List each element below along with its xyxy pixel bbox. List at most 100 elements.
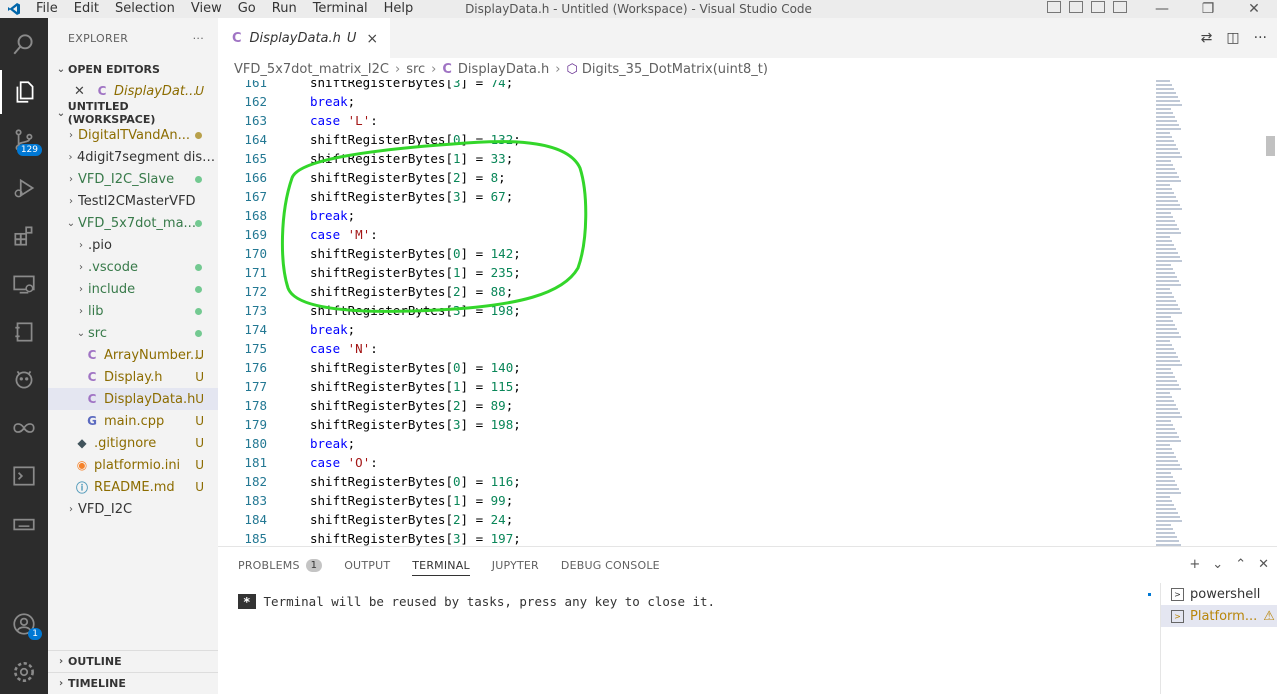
workspace-header[interactable]: ⌄ UNTITLED (WORKSPACE) (48, 100, 218, 126)
code-line[interactable]: 180 break; (218, 434, 1154, 453)
folder-item[interactable]: ⌄ VFD_5x7dot_ma... (48, 212, 218, 234)
menu-selection[interactable]: Selection (107, 2, 183, 16)
close-panel-icon[interactable]: ✕ (1258, 557, 1269, 572)
terminal-item[interactable]: > Platform... ⚠ (1161, 605, 1277, 627)
menu-edit[interactable]: Edit (66, 2, 107, 16)
folder-item[interactable]: › DigitalTVandAn... (48, 124, 218, 146)
source-control-icon[interactable]: 129 (0, 118, 48, 162)
menu-view[interactable]: View (183, 2, 230, 16)
folder-item[interactable]: › lib (48, 300, 218, 322)
split-editor-icon[interactable]: ◫ (1226, 30, 1239, 46)
code-line[interactable]: 171 shiftRegisterBytes[1] = 235; (218, 263, 1154, 282)
tab-output[interactable]: OUTPUT (344, 547, 390, 583)
toggle-sidebar-icon[interactable] (1047, 1, 1061, 13)
scrollbar-thumb[interactable] (1266, 136, 1275, 156)
file-item[interactable]: C ArrayNumber... U (48, 344, 218, 366)
keyboard-icon[interactable] (0, 502, 48, 546)
terminal-output[interactable]: * Terminal will be reused by tasks, pres… (238, 594, 715, 609)
code-line[interactable]: 176 shiftRegisterBytes[0] = 140; (218, 358, 1154, 377)
code-line[interactable]: 182 shiftRegisterBytes[0] = 116; (218, 472, 1154, 491)
extensions-icon[interactable] (0, 214, 48, 258)
open-changes-icon[interactable]: ⇄ (1201, 30, 1213, 46)
tab-problems[interactable]: PROBLEMS 1 (238, 547, 323, 583)
customize-layout-icon[interactable] (1113, 1, 1127, 13)
open-editor-item[interactable]: ✕ C DisplayDat... U (48, 80, 218, 102)
maximize-panel-icon[interactable]: ⌃ (1235, 557, 1246, 572)
breadcrumb-item[interactable]: DisplayData.h (458, 62, 549, 77)
platformio-icon[interactable] (0, 358, 48, 402)
file-item[interactable]: ◉ platformio.ini U (48, 454, 218, 476)
folder-item[interactable]: › .vscode (48, 256, 218, 278)
code-line[interactable]: 179 shiftRegisterBytes[3] = 198; (218, 415, 1154, 434)
breadcrumb-item[interactable]: src (406, 62, 425, 77)
menu-file[interactable]: File (28, 2, 66, 16)
toggle-panel-icon[interactable] (1069, 1, 1083, 13)
folder-item[interactable]: › .pio (48, 234, 218, 256)
toggle-secondary-sidebar-icon[interactable] (1091, 1, 1105, 13)
file-item[interactable]: C Display.h U (48, 366, 218, 388)
minimize-button[interactable]: — (1139, 0, 1185, 18)
code-line[interactable]: 175 case 'N': (218, 339, 1154, 358)
terminal-item[interactable]: > powershell (1161, 583, 1277, 605)
folder-item[interactable]: › include (48, 278, 218, 300)
tab-debug-console[interactable]: DEBUG CONSOLE (561, 547, 660, 583)
code-line[interactable]: 165 shiftRegisterBytes[1] = 33; (218, 149, 1154, 168)
file-item[interactable]: ⓘ README.md U (48, 476, 218, 498)
new-terminal-icon[interactable]: + (1189, 557, 1200, 572)
search-icon[interactable] (0, 22, 48, 66)
code-line[interactable]: 183 shiftRegisterBytes[1] = 99; (218, 491, 1154, 510)
code-line[interactable]: 169 case 'M': (218, 225, 1154, 244)
tab-jupyter[interactable]: JUPYTER (492, 547, 539, 583)
file-item[interactable]: ◆ .gitignore U (48, 432, 218, 454)
menu-help[interactable]: Help (376, 2, 422, 16)
open-editors-header[interactable]: ⌄ OPEN EDITORS (48, 58, 218, 80)
outline-header[interactable]: › OUTLINE (48, 650, 218, 672)
gear-icon[interactable] (0, 650, 48, 694)
breadcrumb-item[interactable]: VFD_5x7dot_matrix_I2C (234, 62, 389, 77)
close-window-button[interactable]: ✕ (1231, 0, 1277, 18)
code-line[interactable]: 178 shiftRegisterBytes[2] = 89; (218, 396, 1154, 415)
tab-terminal[interactable]: TERMINAL (412, 547, 470, 583)
files-icon[interactable] (0, 70, 48, 114)
code-line[interactable]: 161 shiftRegisterBytes[3] = 74; (218, 80, 1154, 92)
more-actions-icon[interactable]: ··· (193, 32, 204, 45)
notebook-icon[interactable] (0, 310, 48, 354)
terminal-icon[interactable] (0, 454, 48, 498)
code-line[interactable]: 167 shiftRegisterBytes[3] = 67; (218, 187, 1154, 206)
code-line[interactable]: 185 shiftRegisterBytes[3] = 197; (218, 529, 1154, 546)
folder-item[interactable]: › VFD_I2C_Slave (48, 168, 218, 190)
tab-displaydata[interactable]: C DisplayData.h U × (218, 18, 391, 58)
code-line[interactable]: 174 break; (218, 320, 1154, 339)
code-editor[interactable]: 161 shiftRegisterBytes[3] = 74; 162 break; 1… (218, 80, 1154, 546)
file-item[interactable]: C DisplayData.h U (48, 388, 218, 410)
code-line[interactable]: 163 case 'L': (218, 111, 1154, 130)
breadcrumb-item[interactable]: Digits_35_DotMatrix(uint8_t) (582, 62, 768, 77)
chevron-down-icon[interactable]: ⌄ (1212, 557, 1223, 572)
close-icon[interactable]: × (366, 31, 378, 47)
code-line[interactable]: 177 shiftRegisterBytes[1] = 115; (218, 377, 1154, 396)
restore-button[interactable]: ❐ (1185, 0, 1231, 18)
code-line[interactable]: 173 shiftRegisterBytes[3] = 198; (218, 301, 1154, 320)
infinity-icon[interactable] (0, 406, 48, 450)
folder-item[interactable]: › 4digit7segment display (48, 146, 218, 168)
timeline-header[interactable]: › TIMELINE (48, 672, 218, 694)
folder-item[interactable]: › TestI2CMasterVFD (48, 190, 218, 212)
code-line[interactable]: 184 shiftRegisterBytes[2] = 24; (218, 510, 1154, 529)
run-debug-icon[interactable] (0, 166, 48, 210)
code-line[interactable]: 164 shiftRegisterBytes[0] = 132; (218, 130, 1154, 149)
more-actions-icon[interactable]: ··· (1254, 30, 1267, 46)
menu-go[interactable]: Go (230, 2, 264, 16)
remote-explorer-icon[interactable] (0, 262, 48, 306)
code-line[interactable]: 170 shiftRegisterBytes[0] = 142; (218, 244, 1154, 263)
menu-run[interactable]: Run (264, 2, 305, 16)
code-line[interactable]: 162 break; (218, 92, 1154, 111)
code-line[interactable]: 172 shiftRegisterBytes[2] = 88; (218, 282, 1154, 301)
code-line[interactable]: 181 case 'O': (218, 453, 1154, 472)
folder-item[interactable]: ⌄ src (48, 322, 218, 344)
account-icon[interactable]: 1 (0, 602, 48, 646)
minimap[interactable] (1156, 80, 1200, 546)
close-icon[interactable]: ✕ (74, 84, 88, 99)
editor-scrollbar[interactable] (1263, 80, 1277, 546)
file-item[interactable]: Gmain.cpp U (48, 410, 218, 432)
menu-terminal[interactable]: Terminal (305, 2, 376, 16)
